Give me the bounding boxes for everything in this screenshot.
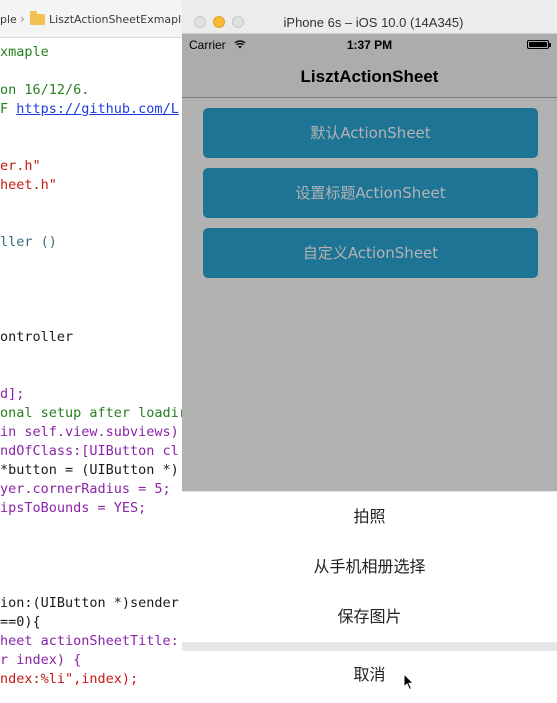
code-line: on 16/12/6. — [0, 81, 89, 100]
device-screen: Carrier 1:37 PM LisztActionSheet 默认Actio… — [182, 34, 557, 703]
code-line: d]; — [0, 385, 24, 404]
window-title: iPhone 6s – iOS 10.0 (14A345) — [283, 15, 464, 30]
code-line-text: xmaple — [0, 44, 49, 60]
code-line: er.h" — [0, 157, 41, 176]
code-line: onal setup after loadir — [0, 404, 187, 423]
code-line: xmaple — [0, 43, 49, 62]
code-line: heet actionSheetTitle: — [0, 632, 179, 651]
code-line-text: r index) { — [0, 652, 82, 668]
mouse-pointer-icon — [403, 673, 415, 691]
code-line-text: F — [0, 101, 17, 117]
code-line: in self.view.subviews) — [0, 423, 179, 442]
code-line-text: ipsToBounds = YES; — [0, 500, 147, 516]
code-line: ndOfClass:[UIButton cl — [0, 442, 179, 461]
jump-bar[interactable]: ple › LisztActionSheetExmaple — [0, 0, 190, 38]
action-save-image[interactable]: 保存图片 — [182, 592, 557, 642]
code-line: F https://github.com/L — [0, 100, 179, 119]
code-line-text: heet.h" — [0, 177, 57, 193]
code-line: ==0){ — [0, 613, 41, 632]
code-line-text: onal setup after loadir — [0, 405, 187, 421]
code-line: *button = (UIButton *) — [0, 461, 179, 480]
code-line-text: ontroller — [0, 329, 74, 345]
code-line-text: er.h" — [0, 158, 41, 174]
breadcrumb-folder[interactable]: LisztActionSheetExmaple — [49, 13, 188, 26]
code-line-text: ndOfClass:[UIButton cl — [0, 443, 179, 459]
code-line-text: *button = (UIButton *) — [0, 462, 179, 478]
code-link[interactable]: https://github.com/L — [16, 101, 179, 117]
action-take-photo[interactable]: 拍照 — [182, 492, 557, 542]
code-line-text: ion:(UIButton *)sender — [0, 595, 179, 611]
code-line-text: d]; — [0, 386, 25, 402]
code-line: ontroller — [0, 328, 73, 347]
code-line: yer.cornerRadius = 5; — [0, 480, 171, 499]
action-choose-from-album[interactable]: 从手机相册选择 — [182, 542, 557, 592]
code-line-text: ndex:%li",index); — [0, 671, 139, 687]
simulator-window: iPhone 6s – iOS 10.0 (14A345) Carrier 1:… — [182, 0, 557, 703]
code-line: ller () — [0, 233, 57, 252]
code-line: ipsToBounds = YES; — [0, 499, 146, 518]
action-cancel-button[interactable]: 取消 — [182, 651, 557, 703]
code-line-text: ller () — [0, 234, 57, 250]
code-editor[interactable]: ple › LisztActionSheetExmaple xmaple on 1… — [0, 0, 190, 703]
code-line-text: ==0){ — [0, 614, 41, 630]
code-line: ndex:%li",index); — [0, 670, 138, 689]
code-line-text: heet actionSheetTitle: — [0, 633, 179, 649]
breadcrumb-project[interactable]: ple — [0, 13, 17, 26]
code-line-text: yer.cornerRadius = 5; — [0, 481, 171, 497]
folder-icon — [30, 11, 45, 25]
chevron-right-icon: › — [20, 12, 25, 26]
action-sheet: 拍照 从手机相册选择 保存图片 取消 — [182, 491, 557, 703]
code-line-text: in self.view.subviews) — [0, 424, 179, 440]
code-line: ion:(UIButton *)sender — [0, 594, 179, 613]
simulator-titlebar[interactable]: iPhone 6s – iOS 10.0 (14A345) — [182, 0, 557, 34]
code-line: r index) { — [0, 651, 81, 670]
code-line-text: on 16/12/6. — [0, 82, 90, 98]
code-line: heet.h" — [0, 176, 57, 195]
